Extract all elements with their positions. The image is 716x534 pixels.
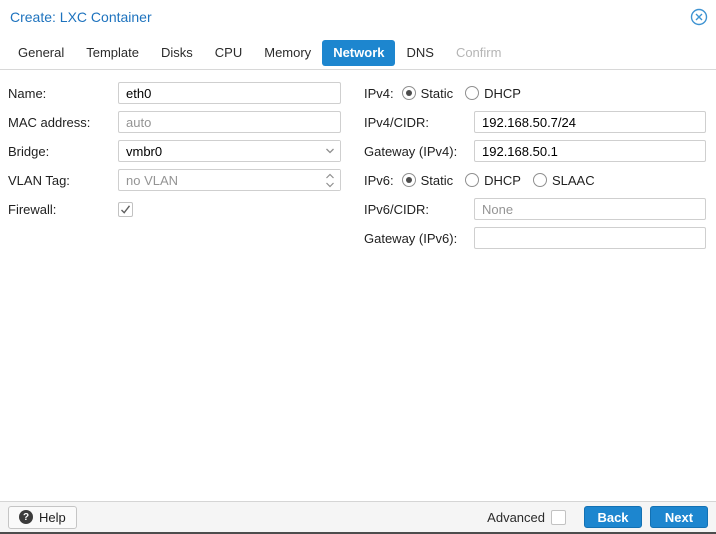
tab-bar: General Template Disks CPU Memory Networ… — [0, 36, 716, 70]
dialog-header: Create: LXC Container — [0, 0, 716, 36]
ipv4-dhcp-label: DHCP — [484, 85, 521, 101]
tab-cpu[interactable]: CPU — [204, 40, 253, 66]
ipv4-static-radio[interactable] — [401, 86, 416, 100]
dialog-title: Create: LXC Container — [10, 9, 152, 25]
ipv6-slaac-radio[interactable] — [532, 173, 547, 187]
ipv4-mode-label: IPv4: — [364, 85, 394, 101]
bridge-label: Bridge: — [8, 143, 50, 159]
ipv4-mode-row: IPv4: Static DHCP — [364, 82, 706, 104]
firewall-checkbox[interactable] — [118, 201, 133, 217]
firewall-label: Firewall: — [8, 201, 57, 217]
ipv4-cidr-label: IPv4/CIDR: — [364, 114, 430, 130]
ipv6-static-radio[interactable] — [401, 173, 416, 187]
name-label: Name: — [8, 85, 47, 101]
bridge-combo[interactable] — [118, 140, 341, 162]
gateway-ipv4-label: Gateway (IPv4): — [364, 143, 458, 159]
next-button[interactable]: Next — [650, 506, 708, 528]
close-icon[interactable] — [690, 8, 708, 26]
dialog-footer: ? Help Advanced Back Next — [0, 501, 716, 532]
mac-label: MAC address: — [8, 114, 91, 130]
network-left-column: Name: MAC address: Bridge: VLAN Tag: — [8, 82, 341, 501]
form-body: Name: MAC address: Bridge: VLAN Tag: — [0, 70, 716, 501]
ipv4-dhcp-radio[interactable] — [465, 86, 480, 100]
gateway-ipv6-row: Gateway (IPv6): — [364, 227, 706, 249]
ipv6-dhcp-radio[interactable] — [465, 173, 480, 187]
back-button[interactable]: Back — [584, 506, 642, 528]
ipv6-mode-row: IPv6: Static DHCP SLAAC — [364, 169, 706, 191]
tab-template[interactable]: Template — [75, 40, 150, 66]
help-icon: ? — [19, 510, 33, 524]
gateway-ipv6-label: Gateway (IPv6): — [364, 230, 458, 246]
ipv6-cidr-row: IPv6/CIDR: — [364, 198, 706, 220]
chevron-down-icon[interactable] — [320, 141, 340, 161]
name-input[interactable] — [118, 82, 341, 104]
ipv6-cidr-input[interactable] — [474, 198, 706, 220]
vlan-label: VLAN Tag: — [8, 172, 70, 188]
vlan-spinner-input[interactable] — [118, 169, 341, 191]
advanced-label: Advanced — [487, 509, 545, 525]
firewall-row: Firewall: — [8, 198, 341, 220]
gateway-ipv4-row: Gateway (IPv4): — [364, 140, 706, 162]
advanced-checkbox[interactable] — [551, 509, 566, 525]
spinner-up-down-icon[interactable] — [320, 170, 340, 190]
vlan-row: VLAN Tag: — [8, 169, 341, 191]
ipv6-static-label: Static — [420, 172, 454, 188]
ipv6-mode-label: IPv6: — [364, 172, 394, 188]
ipv6-slaac-label: SLAAC — [551, 172, 595, 188]
tab-confirm: Confirm — [455, 44, 502, 60]
mac-row: MAC address: — [8, 111, 341, 133]
help-button[interactable]: ? Help — [8, 505, 77, 529]
name-row: Name: — [8, 82, 341, 104]
tab-network[interactable]: Network — [322, 39, 396, 66]
tab-general[interactable]: General — [7, 40, 75, 66]
gateway-ipv4-input[interactable] — [474, 140, 706, 162]
ipv4-cidr-row: IPv4/CIDR: — [364, 111, 706, 133]
ipv4-static-label: Static — [420, 85, 454, 101]
mac-input[interactable] — [118, 111, 341, 133]
help-button-label: Help — [39, 509, 66, 525]
ipv6-dhcp-label: DHCP — [484, 172, 521, 188]
tab-memory[interactable]: Memory — [253, 40, 322, 66]
bridge-row: Bridge: — [8, 140, 341, 162]
ipv4-cidr-input[interactable] — [474, 111, 706, 133]
create-lxc-dialog: Create: LXC Container General Template D… — [0, 0, 716, 534]
gateway-ipv6-input[interactable] — [474, 227, 706, 249]
tab-dns[interactable]: DNS — [395, 40, 444, 66]
tab-disks[interactable]: Disks — [150, 40, 204, 66]
ipv6-cidr-label: IPv6/CIDR: — [364, 201, 430, 217]
network-right-column: IPv4: Static DHCP IPv4/CIDR: Gateway (IP… — [364, 82, 706, 501]
